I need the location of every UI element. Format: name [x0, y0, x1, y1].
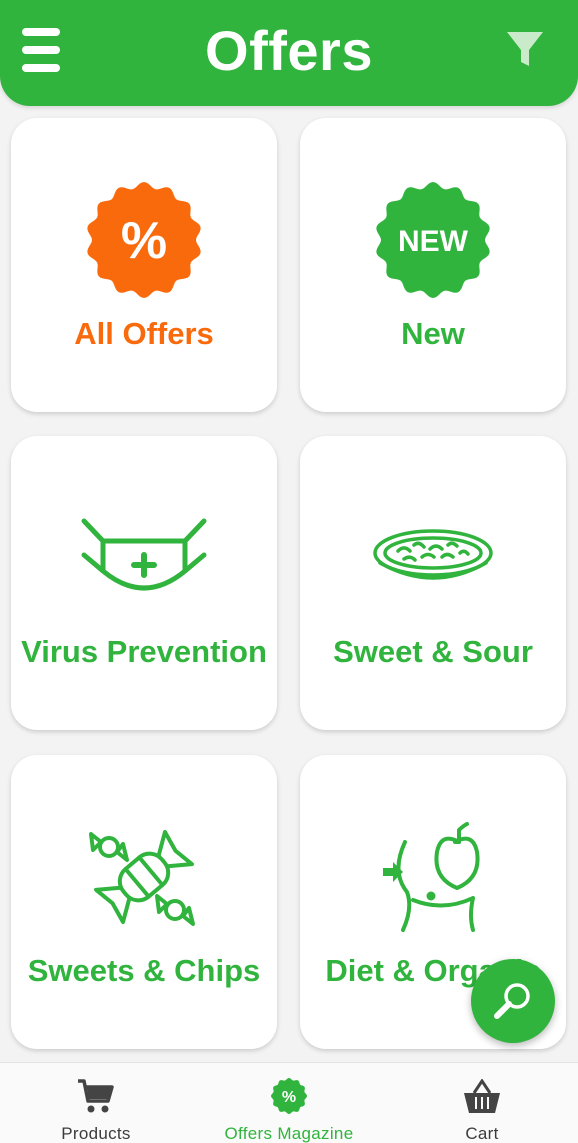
category-label: New	[401, 316, 465, 351]
category-card-all-offers[interactable]: % All Offers	[11, 118, 277, 412]
category-label: Sweet & Sour	[333, 634, 533, 669]
nav-label: Offers Magazine	[224, 1124, 354, 1143]
nav-item-offers-magazine[interactable]: % Offers Magazine	[212, 1063, 366, 1143]
nav-item-products[interactable]: Products	[36, 1063, 156, 1143]
category-card-sweets-chips[interactable]: Sweets & Chips	[11, 755, 277, 1049]
candy-icon	[89, 829, 195, 926]
nav-label: Cart	[465, 1124, 499, 1143]
bottom-navigation: Products % Offers Magazine Cart	[0, 1062, 578, 1143]
category-card-virus-prevention[interactable]: Virus Prevention	[11, 436, 277, 730]
diet-apple-icon	[383, 822, 480, 932]
nav-item-cart[interactable]: Cart	[440, 1063, 524, 1143]
offers-badge-icon: %	[271, 1078, 307, 1114]
category-label: Virus Prevention	[21, 634, 267, 669]
search-magnifier-icon	[494, 983, 530, 1019]
category-card-sweet-sour[interactable]: Sweet & Sour	[300, 436, 566, 730]
new-badge-text: NEW	[398, 225, 469, 258]
salad-plate-icon	[373, 529, 493, 580]
shopping-basket-icon	[464, 1079, 500, 1113]
face-mask-icon	[81, 518, 207, 591]
search-fab-button[interactable]	[471, 959, 555, 1043]
nav-label: Products	[61, 1124, 131, 1143]
percent-symbol: %	[121, 212, 167, 270]
new-badge-icon: NEW	[376, 182, 490, 298]
category-grid: % All Offers NEW New Virus Prevention Sw…	[0, 0, 578, 1060]
category-label: All Offers	[74, 316, 214, 351]
percent-symbol: %	[282, 1089, 296, 1106]
percent-badge-icon: %	[87, 182, 201, 298]
category-card-new[interactable]: NEW New	[300, 118, 566, 412]
category-label: Sweets & Chips	[27, 953, 261, 988]
shopping-cart-icon	[78, 1079, 114, 1113]
